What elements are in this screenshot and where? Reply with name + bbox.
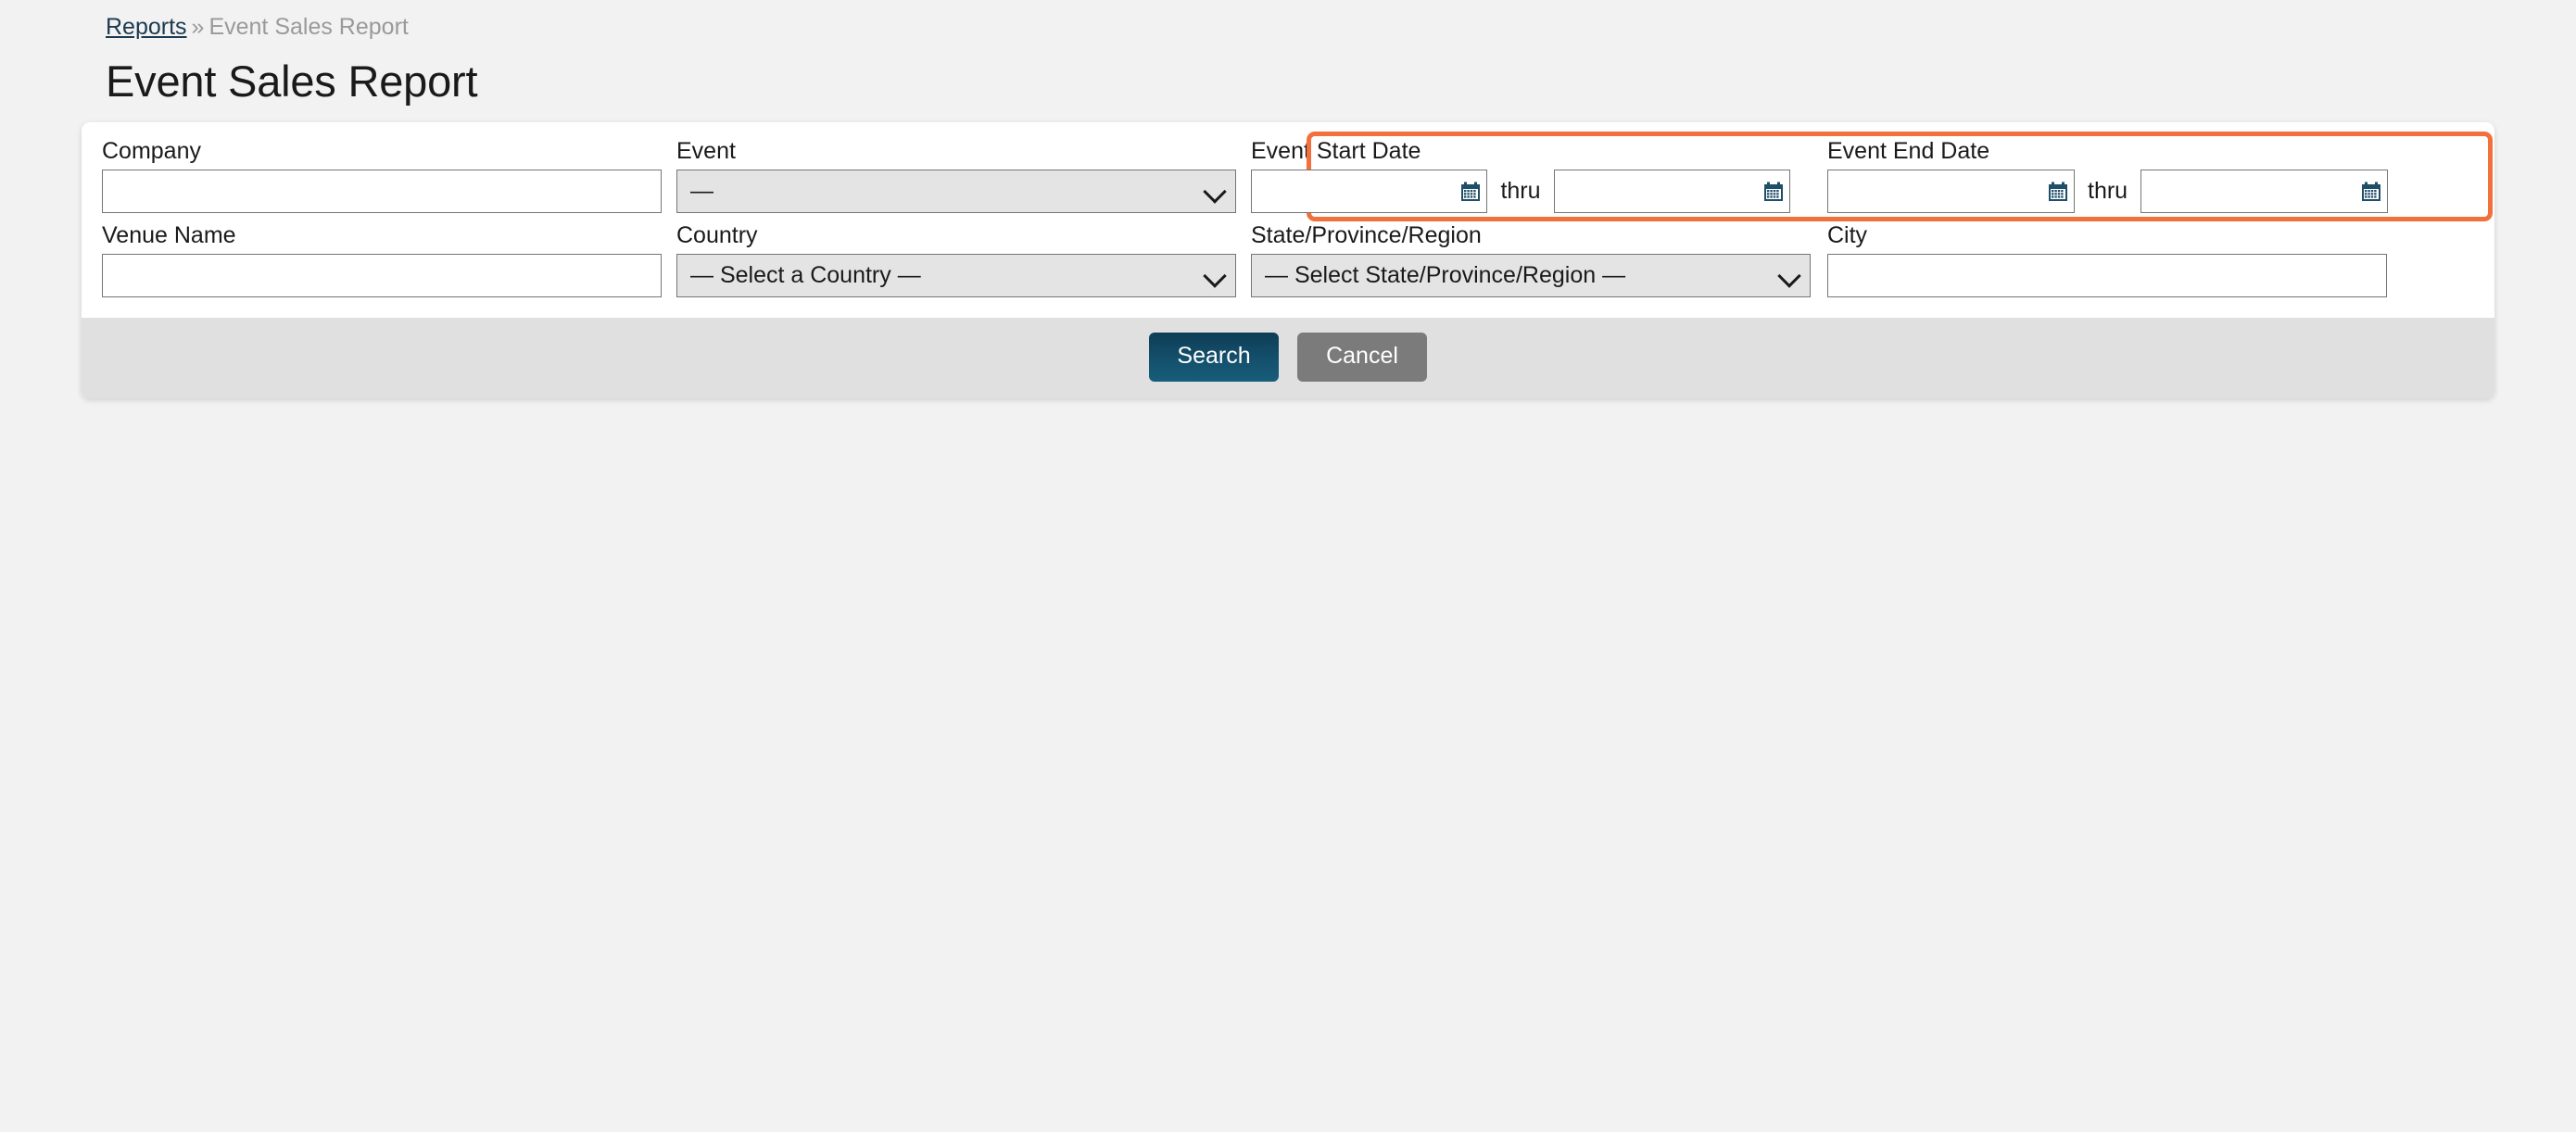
company-label: Company	[102, 138, 201, 164]
calendar-icon[interactable]	[1763, 182, 1784, 202]
city-input[interactable]	[1827, 254, 2387, 297]
event-end-date-to-input[interactable]	[2140, 170, 2389, 213]
calendar-icon[interactable]	[2361, 182, 2381, 202]
venue-name-input[interactable]	[102, 254, 662, 297]
breadcrumb-separator: »	[191, 14, 205, 40]
field-event: Event —	[676, 137, 1251, 213]
field-country: Country — Select a Country —	[676, 221, 1251, 297]
event-label: Event	[676, 138, 736, 164]
state-province-region-select[interactable]: — Select State/Province/Region —	[1251, 254, 1811, 297]
event-start-date-from	[1251, 170, 1488, 213]
company-input[interactable]	[102, 170, 662, 213]
event-start-date-range: thru	[1251, 170, 1790, 213]
breadcrumb: Reports» Event Sales Report	[106, 13, 2576, 41]
breadcrumb-link-reports[interactable]: Reports	[106, 14, 187, 40]
calendar-icon[interactable]	[1460, 182, 1481, 202]
event-end-date-label: Event End Date	[1827, 138, 1990, 164]
calendar-icon[interactable]	[2048, 182, 2068, 202]
state-province-region-label: State/Province/Region	[1251, 222, 1482, 248]
field-company: Company	[102, 137, 676, 213]
event-end-date-from-input[interactable]	[1827, 170, 2075, 213]
event-end-date-range: thru	[1827, 170, 2404, 213]
event-start-date-from-input[interactable]	[1251, 170, 1488, 213]
field-state-province-region: State/Province/Region — Select State/Pro…	[1251, 221, 1827, 297]
field-event-end-date: Event End Date thru	[1827, 137, 2404, 213]
country-select-value[interactable]: — Select a Country —	[676, 254, 1236, 297]
event-select[interactable]: —	[676, 170, 1236, 213]
state-province-region-select-value[interactable]: — Select State/Province/Region —	[1251, 254, 1811, 297]
event-start-date-label: Event Start Date	[1251, 138, 1421, 164]
country-select[interactable]: — Select a Country —	[676, 254, 1236, 297]
city-label: City	[1827, 222, 1868, 248]
form-actions-bar: Search Cancel	[82, 318, 2494, 398]
field-venue-name: Venue Name	[102, 221, 676, 297]
event-end-date-thru-label: thru	[2088, 178, 2128, 204]
breadcrumb-current: Event Sales Report	[208, 14, 409, 40]
form-row-1: Company Event — Event Start Date thru Ev…	[102, 137, 2474, 213]
search-form: Company Event — Event Start Date thru Ev…	[82, 122, 2494, 318]
field-event-start-date: Event Start Date thru	[1251, 137, 1827, 213]
cancel-button[interactable]: Cancel	[1297, 333, 1427, 382]
event-start-date-thru-label: thru	[1500, 178, 1541, 204]
event-select-value[interactable]: —	[676, 170, 1236, 213]
form-row-2: Venue Name Country — Select a Country — …	[102, 221, 2474, 297]
venue-name-label: Venue Name	[102, 222, 236, 248]
event-start-date-to	[1553, 170, 1790, 213]
event-end-date-from	[1827, 170, 2075, 213]
field-city: City	[1827, 221, 2404, 297]
page-title: Event Sales Report	[106, 57, 478, 106]
event-start-date-to-input[interactable]	[1553, 170, 1790, 213]
country-label: Country	[676, 222, 758, 248]
event-end-date-to	[2140, 170, 2389, 213]
search-filter-card: Company Event — Event Start Date thru Ev…	[82, 122, 2494, 398]
search-button[interactable]: Search	[1149, 333, 1279, 382]
page-header: Reports» Event Sales Report Event Sales R…	[0, 0, 2576, 107]
